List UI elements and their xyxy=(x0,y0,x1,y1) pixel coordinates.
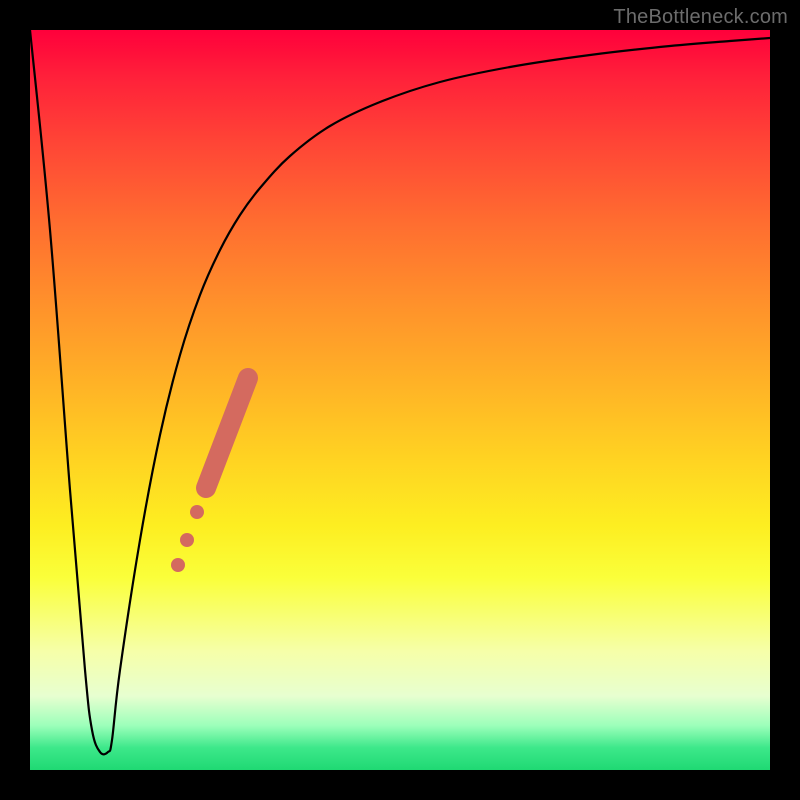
highlight-bar xyxy=(206,378,248,488)
highlight-dot xyxy=(180,533,194,547)
plot-area xyxy=(30,30,770,770)
watermark-text: TheBottleneck.com xyxy=(613,6,788,29)
highlight-dot xyxy=(171,558,185,572)
highlight-dot xyxy=(190,505,204,519)
chart-svg xyxy=(30,30,770,770)
gpu-range-highlight xyxy=(171,378,248,572)
chart-frame: TheBottleneck.com xyxy=(0,0,800,800)
bottleneck-curve xyxy=(30,30,770,754)
